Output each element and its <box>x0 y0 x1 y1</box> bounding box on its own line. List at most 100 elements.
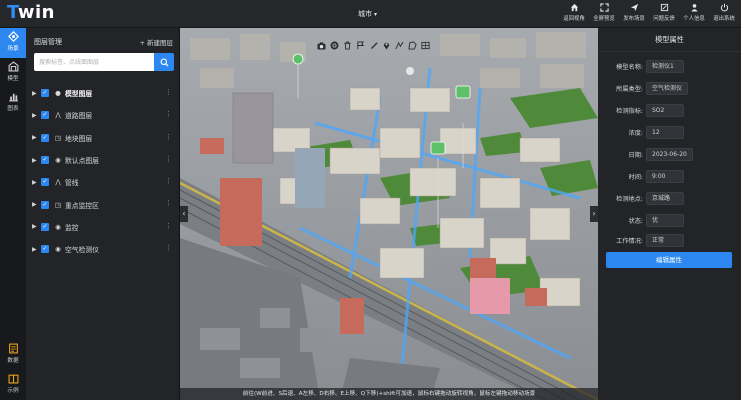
nav-return-view-button[interactable]: 返回视角 <box>559 3 589 25</box>
example-icon <box>0 373 26 386</box>
layer-panel: 图层管理 + 新建图层 ▶ ✓ ● 模型图层 ⋮ ▶ ✓ ⋀ 道路图层 ⋮ ▶ … <box>26 28 180 400</box>
chart-icon <box>0 91 26 104</box>
layer-row-default-point[interactable]: ▶ ✓ ◉ 默认点图层 ⋮ <box>32 149 178 171</box>
camera-icon[interactable] <box>315 41 328 54</box>
model-icon <box>0 61 26 74</box>
nav-fullscreen-button[interactable]: 全屏预览 <box>589 3 619 25</box>
layer-checkbox[interactable]: ✓ <box>41 178 49 187</box>
prop-row-indicator: 检测指标: SO2 <box>606 103 684 117</box>
layer-row-monitor[interactable]: ▶ ✓ ◉ 监控 ⋮ <box>32 216 178 238</box>
nav-feedback-button[interactable]: 问题反馈 <box>649 3 679 25</box>
layer-row-key-monitor-zone[interactable]: ▶ ✓ ◳ 重点监控区 ⋮ <box>32 193 178 215</box>
prop-row-work-status: 工作情况: 正常 <box>606 233 684 247</box>
publish-icon <box>619 3 649 14</box>
layers-icon[interactable] <box>419 41 432 54</box>
delete-icon[interactable] <box>341 40 354 54</box>
prop-value-field[interactable]: SO2 <box>646 103 684 117</box>
layer-checkbox[interactable]: ✓ <box>41 156 49 165</box>
layer-panel-header: 图层管理 + 新建图层 <box>26 28 179 52</box>
rail-item-model[interactable]: 模型 <box>0 58 26 88</box>
more-icon[interactable]: ⋮ <box>165 133 172 141</box>
area-icon[interactable] <box>406 40 419 54</box>
polygon-icon: ◳ <box>54 200 62 209</box>
model-properties-panel: 模型属性 模型名称: 检测仪1 所属类型: 空气检测仪 检测指标: SO2 浓度… <box>598 28 741 400</box>
more-icon[interactable]: ⋮ <box>165 222 172 230</box>
prop-value-field[interactable]: 正常 <box>646 233 684 247</box>
more-icon[interactable]: ⋮ <box>165 110 172 118</box>
layer-lock-icon: ● <box>55 89 61 98</box>
layer-search <box>34 53 174 71</box>
layer-checkbox[interactable]: ✓ <box>41 133 49 142</box>
edit-properties-button[interactable]: 编辑属性 <box>606 252 732 268</box>
feedback-icon <box>649 3 679 14</box>
layer-row-air-detector[interactable]: ▶ ✓ ◉ 空气检测仪 ⋮ <box>32 238 178 260</box>
rail-item-data[interactable]: 数据 <box>0 340 26 370</box>
user-icon <box>679 3 709 14</box>
expand-arrow-icon[interactable]: ▶ <box>32 90 41 97</box>
rail-item-chart[interactable]: 图表 <box>0 88 26 118</box>
search-button[interactable] <box>154 53 174 71</box>
prop-value-field[interactable]: 检测仪1 <box>646 59 684 73</box>
expand-arrow-icon[interactable]: ▶ <box>32 134 41 141</box>
top-nav: 返回视角 全屏预览 发布场景 问题反馈 个人信息 退出系统 <box>559 3 739 25</box>
layer-checkbox[interactable]: ✓ <box>41 200 49 209</box>
more-icon[interactable]: ⋮ <box>165 177 172 185</box>
prop-row-location: 检测地点: 京城路 <box>606 191 684 205</box>
layer-checkbox[interactable]: ✓ <box>41 111 49 120</box>
pin-icon[interactable] <box>380 41 393 54</box>
settings-icon[interactable] <box>328 41 341 54</box>
expand-arrow-icon[interactable]: ▶ <box>32 157 41 164</box>
expand-arrow-icon[interactable]: ▶ <box>32 179 41 186</box>
rail-bottom-group: 数据 示例 <box>0 340 26 400</box>
expand-arrow-icon[interactable]: ▶ <box>32 112 41 119</box>
city-selector[interactable]: 城市 ▾ <box>358 9 377 19</box>
collapse-right-panel-button[interactable]: › <box>590 206 598 222</box>
logout-icon <box>709 3 739 14</box>
more-icon[interactable]: ⋮ <box>165 199 172 207</box>
navigation-hint: 前往(W前进、S后退、A左移、D右移、E上移、Q下移)+shift可加速，鼠标右… <box>180 388 598 400</box>
expand-arrow-icon[interactable]: ▶ <box>32 223 41 230</box>
scene-viewport[interactable]: ‹ › 前往(W前进、S后退、A左移、D右移、E上移、Q下移)+shift可加速… <box>180 28 598 400</box>
prop-row-model-name: 模型名称: 检测仪1 <box>606 59 684 73</box>
more-icon[interactable]: ⋮ <box>165 244 172 252</box>
layer-checkbox[interactable]: ✓ <box>41 222 49 231</box>
fullscreen-icon <box>589 3 619 14</box>
more-icon[interactable]: ⋮ <box>165 155 172 163</box>
layer-panel-title: 图层管理 <box>34 38 62 46</box>
layer-checkbox[interactable]: ✓ <box>41 89 49 98</box>
scene-icon <box>0 31 26 44</box>
rail-item-scene[interactable]: 场景 <box>0 28 26 58</box>
prop-value-field[interactable]: 优 <box>646 213 684 227</box>
layer-row-model[interactable]: ▶ ✓ ● 模型图层 ⋮ <box>32 82 178 104</box>
city-3d-scene[interactable] <box>180 28 598 400</box>
new-layer-button[interactable]: + 新建图层 <box>139 37 173 47</box>
viewport-toolbar <box>315 39 432 55</box>
layer-row-pipeline[interactable]: ▶ ✓ ⋀ 管线 ⋮ <box>32 171 178 193</box>
line-icon[interactable] <box>393 41 406 54</box>
flag-icon[interactable] <box>354 40 367 54</box>
nav-logout-button[interactable]: 退出系统 <box>709 3 739 25</box>
prop-value-field[interactable]: 2023-06-20 <box>646 147 693 161</box>
prop-value-field[interactable]: 京城路 <box>646 191 684 205</box>
layer-checkbox[interactable]: ✓ <box>41 245 49 254</box>
brush-icon[interactable] <box>367 41 380 54</box>
prop-value-field[interactable]: 12 <box>646 125 684 139</box>
data-icon <box>0 343 26 356</box>
nav-profile-button[interactable]: 个人信息 <box>679 3 709 25</box>
layer-row-road[interactable]: ▶ ✓ ⋀ 道路图层 ⋮ <box>32 104 178 126</box>
layer-row-parcel[interactable]: ▶ ✓ ◳ 地块图层 ⋮ <box>32 127 178 149</box>
prop-row-concentration: 浓度: 12 <box>606 125 684 139</box>
layer-search-input[interactable] <box>34 53 154 71</box>
collapse-left-panel-button[interactable]: ‹ <box>180 206 188 222</box>
rail-item-example[interactable]: 示例 <box>0 370 26 400</box>
caret-down-icon: ▾ <box>374 11 378 18</box>
prop-row-type: 所属类型: 空气检测仪 <box>606 81 689 95</box>
pin-icon: ◉ <box>55 222 61 231</box>
prop-row-date: 日期: 2023-06-20 <box>606 147 693 161</box>
prop-value-field[interactable]: 空气检测仪 <box>646 81 689 95</box>
prop-value-field[interactable]: 9:00 <box>646 169 684 183</box>
expand-arrow-icon[interactable]: ▶ <box>32 201 41 208</box>
nav-publish-button[interactable]: 发布场景 <box>619 3 649 25</box>
more-icon[interactable]: ⋮ <box>165 88 172 96</box>
expand-arrow-icon[interactable]: ▶ <box>32 246 41 253</box>
